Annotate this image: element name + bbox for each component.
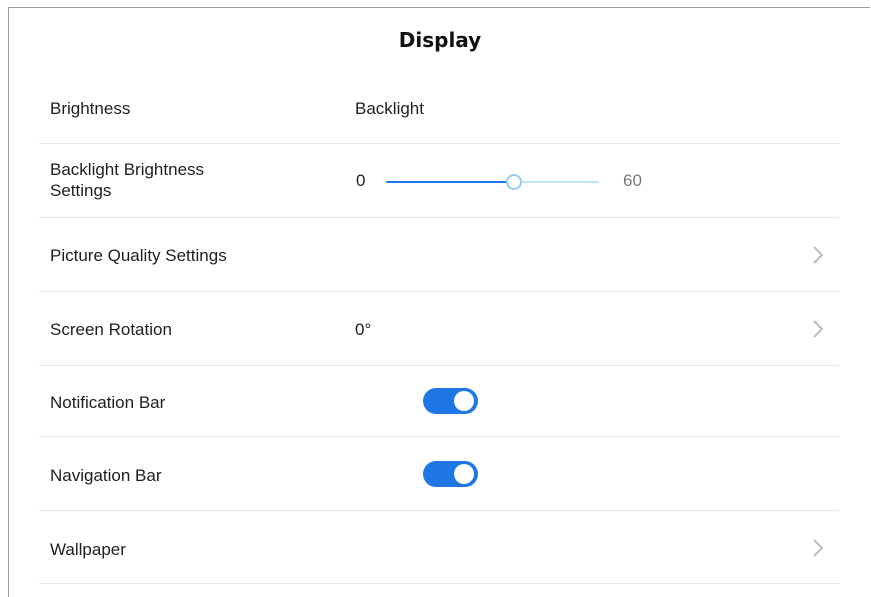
- page-title: Display: [398, 28, 482, 52]
- backlight-brightness-label: Backlight Brightness Settings: [50, 159, 204, 201]
- slider-fill: [386, 181, 514, 183]
- display-settings-panel: Display Brightness Backlight Backlight B…: [8, 7, 870, 597]
- brightness-value: Backlight: [355, 99, 424, 118]
- slider-min-label: 0: [356, 171, 366, 190]
- settings-row-notification-bar: Notification Bar: [39, 366, 839, 437]
- slider-thumb[interactable]: [505, 174, 522, 190]
- picture-quality-label: Picture Quality Settings: [50, 246, 227, 265]
- backlight-slider[interactable]: [386, 174, 599, 190]
- navigation-bar-label: Navigation Bar: [50, 466, 162, 485]
- toggle-knob: [454, 391, 474, 411]
- settings-row-wallpaper[interactable]: Wallpaper: [39, 511, 839, 584]
- chevron-right-icon: [811, 538, 825, 558]
- settings-row-picture-quality[interactable]: Picture Quality Settings: [39, 218, 839, 292]
- backlight-brightness-label-line2: Settings: [50, 181, 112, 200]
- backlight-brightness-label-line1: Backlight Brightness: [50, 160, 205, 179]
- settings-row-screen-rotation[interactable]: Screen Rotation 0°: [39, 292, 839, 366]
- notification-bar-toggle[interactable]: [423, 388, 478, 414]
- brightness-label: Brightness: [50, 99, 131, 118]
- chevron-right-icon: [811, 245, 825, 265]
- toggle-knob: [454, 464, 474, 484]
- wallpaper-label: Wallpaper: [50, 540, 126, 559]
- slider-max-label: 60: [623, 171, 642, 190]
- screen-rotation-label: Screen Rotation: [50, 320, 172, 339]
- screen-rotation-value: 0°: [355, 320, 372, 339]
- navigation-bar-toggle[interactable]: [423, 461, 478, 487]
- notification-bar-label: Notification Bar: [50, 393, 166, 412]
- settings-row-backlight-brightness: Backlight Brightness Settings 0 60: [39, 144, 839, 218]
- settings-row-brightness[interactable]: Brightness Backlight: [39, 72, 839, 144]
- settings-row-navigation-bar: Navigation Bar: [39, 437, 839, 511]
- chevron-right-icon: [811, 319, 825, 339]
